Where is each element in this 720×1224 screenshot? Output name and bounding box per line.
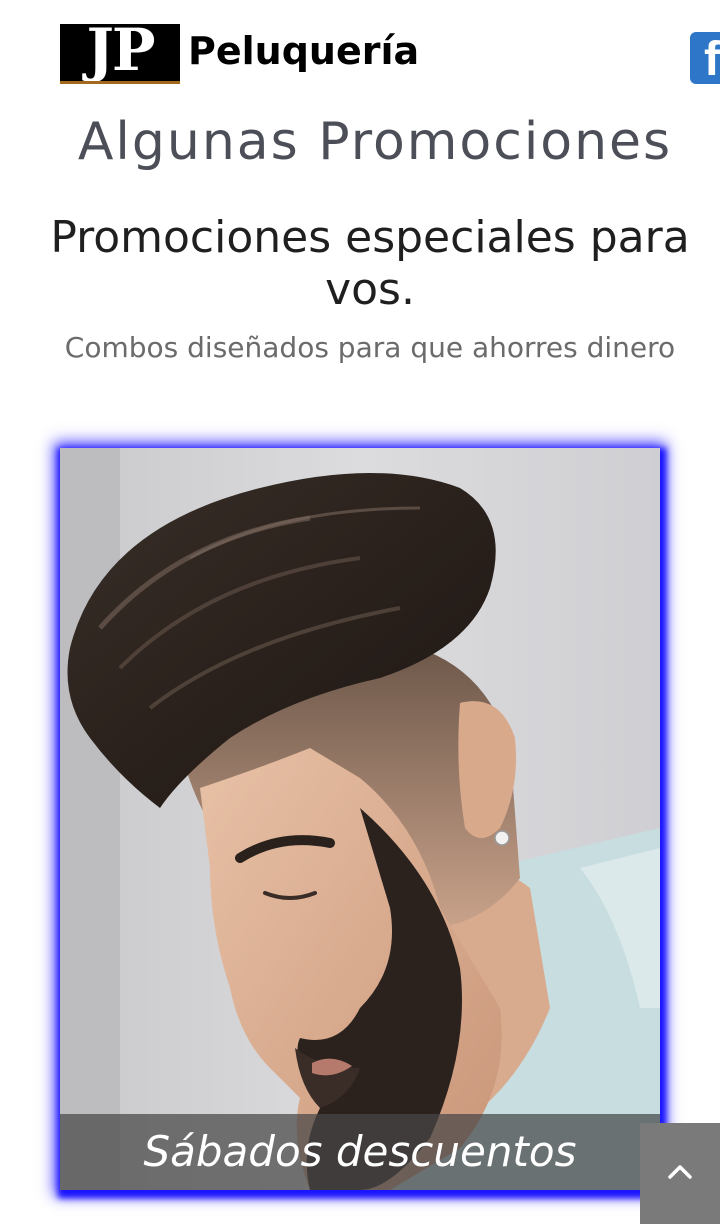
promo-caption: Sábados descuentos: [143, 1127, 577, 1176]
logo-letters: JP: [86, 24, 155, 84]
promo-card[interactable]: Sábados descuentos: [60, 448, 660, 1190]
back-to-top-button[interactable]: [640, 1123, 720, 1224]
promo-caption-bar: Sábados descuentos: [60, 1114, 660, 1190]
page-title: Algunas Promociones: [77, 112, 673, 172]
chevron-up-icon: [668, 1165, 692, 1179]
site-header: JP Peluquería f: [0, 0, 720, 96]
facebook-icon: f: [704, 33, 720, 85]
section-subtitle: Promociones especiales para vos.: [50, 212, 690, 315]
facebook-link[interactable]: f: [690, 32, 720, 84]
logo[interactable]: JP: [60, 24, 180, 84]
brand-name[interactable]: Peluquería: [188, 26, 419, 76]
promo-photo: [60, 448, 660, 1190]
section-tagline: Combos diseñados para que ahorres dinero: [64, 331, 676, 364]
